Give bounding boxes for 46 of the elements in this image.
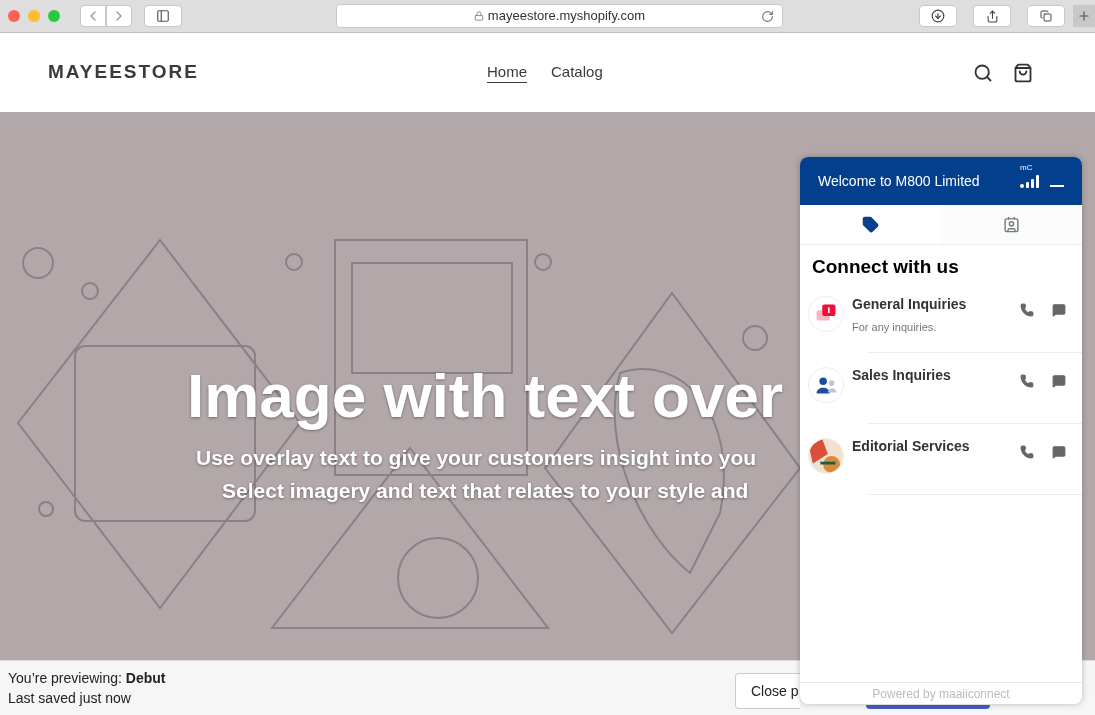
tabs-icon <box>1040 10 1052 22</box>
phone-icon[interactable] <box>1020 373 1034 388</box>
powered-by-text: Powered by maaiiconnect <box>800 682 1082 704</box>
hero-subtitle: Select imagery and text that relates to your style and <box>222 478 749 504</box>
sidebar-icon <box>156 9 170 23</box>
tag-icon <box>862 216 879 233</box>
chat-icon[interactable] <box>1052 373 1066 388</box>
contact-subtitle: For any inquiries. <box>852 319 938 335</box>
url-text: mayeestore.myshopify.com <box>487 7 646 26</box>
hero-heading: Image with text over <box>187 361 784 431</box>
preview-text: You’re previewing: Debut <box>8 669 166 688</box>
tabs-button[interactable] <box>1027 5 1065 27</box>
hero-subtitle: Use overlay text to give your customers insight into you <box>196 445 757 471</box>
signal-icon <box>1020 174 1042 188</box>
new-tab-button[interactable] <box>1073 5 1095 27</box>
address-bar[interactable]: mayeestore.myshopify.com <box>336 4 783 28</box>
contact-title[interactable]: Sales Inquiries <box>852 364 951 386</box>
lock-icon <box>473 11 484 21</box>
saved-status: Last saved just now <box>8 689 132 708</box>
nav-link[interactable]: Home <box>487 61 527 84</box>
widget-heading: Connect with us <box>811 255 960 279</box>
chat-icon[interactable] <box>1052 302 1066 317</box>
brand-mark: mC <box>1020 164 1033 172</box>
sidebar-button[interactable] <box>144 5 182 27</box>
download-icon <box>931 9 945 23</box>
search-icon[interactable] <box>973 62 993 83</box>
nav-link[interactable]: Catalog <box>551 61 603 84</box>
close-window-icon[interactable] <box>8 10 20 22</box>
phone-icon[interactable] <box>1020 302 1034 317</box>
info-chat-icon <box>808 295 844 332</box>
cart-icon[interactable] <box>1013 62 1033 83</box>
phone-icon[interactable] <box>1020 444 1034 459</box>
widget-title: Welcome to M800 Limited <box>818 171 980 191</box>
share-button[interactable] <box>973 5 1011 27</box>
downloads-button[interactable] <box>919 5 957 27</box>
contact-card-icon <box>1003 216 1020 233</box>
chat-icon[interactable] <box>1052 444 1066 459</box>
share-icon <box>985 9 999 23</box>
people-icon <box>808 366 844 403</box>
reload-icon[interactable] <box>761 9 774 23</box>
close-preview-button[interactable]: Close p <box>735 673 800 709</box>
store-logo[interactable]: MAYEESTORE <box>48 58 199 87</box>
contact-title[interactable]: General Inquiries <box>852 293 967 315</box>
contact-title[interactable]: Editorial Services <box>852 435 970 457</box>
plus-icon <box>1077 9 1091 23</box>
editorial-icon <box>808 437 844 474</box>
